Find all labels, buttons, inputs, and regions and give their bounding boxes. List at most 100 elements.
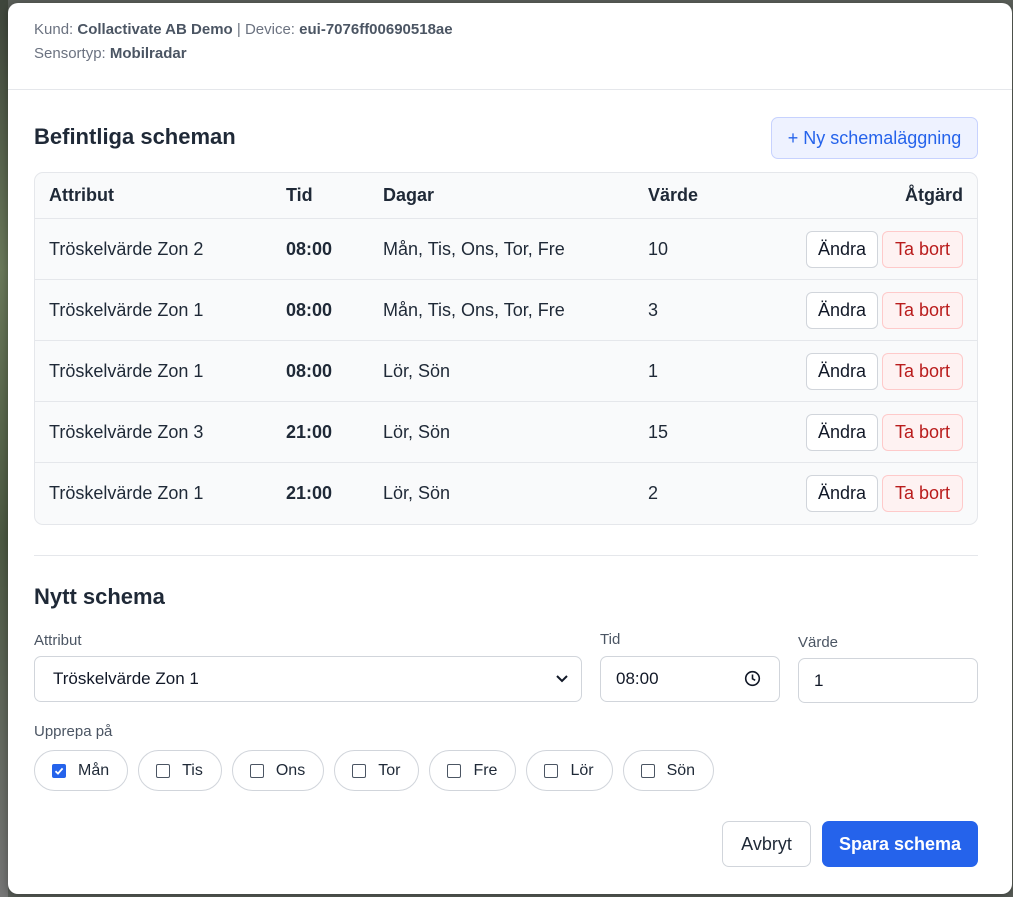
column-header-days: Dagar bbox=[383, 185, 435, 205]
delete-button[interactable]: Ta bort bbox=[882, 413, 963, 451]
weekday-checkbox[interactable] bbox=[640, 763, 655, 778]
time-label: Tid bbox=[600, 631, 621, 648]
column-header-value: Värde bbox=[648, 185, 699, 205]
edit-button[interactable]: Ändra bbox=[806, 230, 878, 268]
delete-button[interactable]: Ta bort bbox=[882, 475, 963, 512]
row-time: 08:00 bbox=[286, 299, 333, 320]
weekday-label: Tor bbox=[378, 761, 401, 779]
weekday-chip[interactable]: Fre bbox=[429, 750, 517, 791]
weekday-checkbox[interactable] bbox=[447, 763, 462, 778]
row-days: Lör, Sön bbox=[383, 483, 451, 503]
customer-device-line: Kund: Collactivate AB Demo | Device: eui… bbox=[34, 18, 986, 42]
row-days: Lör, Sön bbox=[383, 360, 451, 381]
row-days: Mån, Tis, Ons, Tor, Fre bbox=[383, 299, 565, 320]
attribute-select-value: Tröskelvärde Zon 1 bbox=[53, 669, 199, 688]
attribute-label: Attribut bbox=[34, 632, 82, 649]
row-actions: Ändra Ta bort bbox=[806, 413, 963, 451]
weekday-chip[interactable]: Tor bbox=[334, 750, 420, 791]
weekday-selector: Mån Tis Ons Tor Fre Lör Sön bbox=[34, 750, 715, 791]
weekday-checkbox[interactable] bbox=[249, 763, 264, 778]
edit-button[interactable]: Ändra bbox=[806, 352, 878, 390]
row-value: 1 bbox=[648, 360, 659, 381]
row-value: 15 bbox=[648, 421, 669, 442]
row-time: 08:00 bbox=[286, 238, 333, 259]
weekday-label: Tis bbox=[182, 761, 203, 779]
device-label: Device: bbox=[244, 21, 295, 38]
row-value: 10 bbox=[648, 238, 669, 259]
schedule-modal: Kund: Collactivate AB Demo | Device: eui… bbox=[8, 3, 1012, 894]
table-row: Tröskelvärde Zon 1 08:00 Mån, Tis, Ons, … bbox=[35, 280, 977, 341]
row-time: 21:00 bbox=[286, 421, 333, 442]
edit-button[interactable]: Ändra bbox=[806, 475, 878, 512]
weekday-chip[interactable]: Ons bbox=[231, 750, 325, 791]
weekday-chip[interactable]: Tis bbox=[138, 750, 222, 791]
row-time: 08:00 bbox=[286, 360, 333, 381]
value-input[interactable]: 1 bbox=[798, 658, 978, 703]
row-attribute: Tröskelvärde Zon 2 bbox=[49, 238, 204, 259]
weekday-chip[interactable]: Lör bbox=[526, 750, 613, 791]
save-schedule-button[interactable]: Spara schema bbox=[822, 821, 978, 867]
edit-button[interactable]: Ändra bbox=[806, 413, 878, 451]
row-time: 21:00 bbox=[286, 483, 333, 503]
weekday-label: Mån bbox=[78, 761, 110, 779]
delete-button[interactable]: Ta bort bbox=[882, 352, 963, 390]
background-page bbox=[0, 0, 8, 897]
row-value: 2 bbox=[648, 483, 659, 503]
modal-header: Kund: Collactivate AB Demo | Device: eui… bbox=[8, 3, 1012, 90]
check-icon bbox=[54, 767, 64, 775]
table-row: Tröskelvärde Zon 3 21:00 Lör, Sön 15 Änd… bbox=[35, 402, 977, 463]
chevron-down-icon bbox=[556, 675, 568, 683]
sensor-value: Mobilradar bbox=[109, 45, 187, 62]
weekday-checkbox[interactable] bbox=[52, 763, 66, 778]
time-input-value: 08:00 bbox=[616, 669, 659, 688]
row-attribute: Tröskelvärde Zon 3 bbox=[49, 421, 204, 442]
sensor-label: Sensortyp: bbox=[34, 45, 106, 62]
delete-button[interactable]: Ta bort bbox=[882, 230, 963, 268]
row-actions: Ändra Ta bort bbox=[806, 230, 963, 268]
sensor-line: Sensortyp: Mobilradar bbox=[34, 42, 986, 66]
table-row: Tröskelvärde Zon 1 21:00 Lör, Sön 2 Ändr… bbox=[35, 463, 977, 524]
repeat-label: Upprepa på bbox=[34, 723, 113, 740]
existing-schedules-title: Befintliga scheman bbox=[34, 124, 236, 149]
table-row: Tröskelvärde Zon 2 08:00 Mån, Tis, Ons, … bbox=[35, 219, 977, 280]
column-header-attribute: Attribut bbox=[49, 185, 114, 205]
header-separator: | bbox=[236, 21, 241, 38]
weekday-label: Fre bbox=[473, 761, 498, 779]
weekday-label: Sön bbox=[666, 761, 696, 779]
weekday-chip[interactable]: Sön bbox=[622, 750, 715, 791]
weekday-checkbox[interactable] bbox=[352, 763, 367, 778]
row-attribute: Tröskelvärde Zon 1 bbox=[49, 299, 204, 320]
row-value: 3 bbox=[648, 299, 659, 320]
clock-icon[interactable] bbox=[744, 670, 761, 687]
table-row: Tröskelvärde Zon 1 08:00 Lör, Sön 1 Ändr… bbox=[35, 341, 977, 402]
delete-button[interactable]: Ta bort bbox=[882, 291, 963, 329]
weekday-label: Ons bbox=[275, 761, 306, 779]
customer-value: Collactivate AB Demo bbox=[77, 21, 233, 38]
row-attribute: Tröskelvärde Zon 1 bbox=[49, 483, 204, 503]
row-attribute: Tröskelvärde Zon 1 bbox=[49, 360, 204, 381]
row-actions: Ändra Ta bort bbox=[806, 352, 963, 390]
edit-button[interactable]: Ändra bbox=[806, 291, 878, 329]
section-divider bbox=[34, 555, 978, 556]
weekday-label: Lör bbox=[570, 761, 594, 779]
attribute-select[interactable]: Tröskelvärde Zon 1 bbox=[34, 656, 582, 702]
value-input-value: 1 bbox=[814, 670, 824, 690]
schedules-table: Attribut Tid Dagar Värde Åtgärd Tröskelv… bbox=[34, 172, 978, 525]
row-days: Lör, Sön bbox=[383, 421, 451, 442]
weekday-checkbox[interactable] bbox=[156, 763, 171, 778]
table-header: Attribut Tid Dagar Värde Åtgärd bbox=[35, 173, 977, 219]
row-actions: Ändra Ta bort bbox=[806, 291, 963, 329]
row-days: Mån, Tis, Ons, Tor, Fre bbox=[383, 238, 565, 259]
cancel-button[interactable]: Avbryt bbox=[722, 821, 811, 867]
row-actions: Ändra Ta bort bbox=[806, 475, 963, 512]
value-label: Värde bbox=[798, 634, 839, 651]
device-value: eui-7076ff00690518ae bbox=[299, 21, 453, 38]
column-header-time: Tid bbox=[286, 185, 313, 205]
new-schedule-button[interactable]: + Ny schemaläggning bbox=[771, 117, 978, 159]
new-schedule-title: Nytt schema bbox=[34, 584, 165, 609]
time-input[interactable]: 08:00 bbox=[600, 656, 780, 702]
customer-label: Kund: bbox=[34, 21, 74, 38]
weekday-checkbox[interactable] bbox=[544, 763, 559, 778]
column-header-action: Åtgärd bbox=[905, 185, 963, 205]
weekday-chip[interactable]: Mån bbox=[34, 750, 129, 791]
